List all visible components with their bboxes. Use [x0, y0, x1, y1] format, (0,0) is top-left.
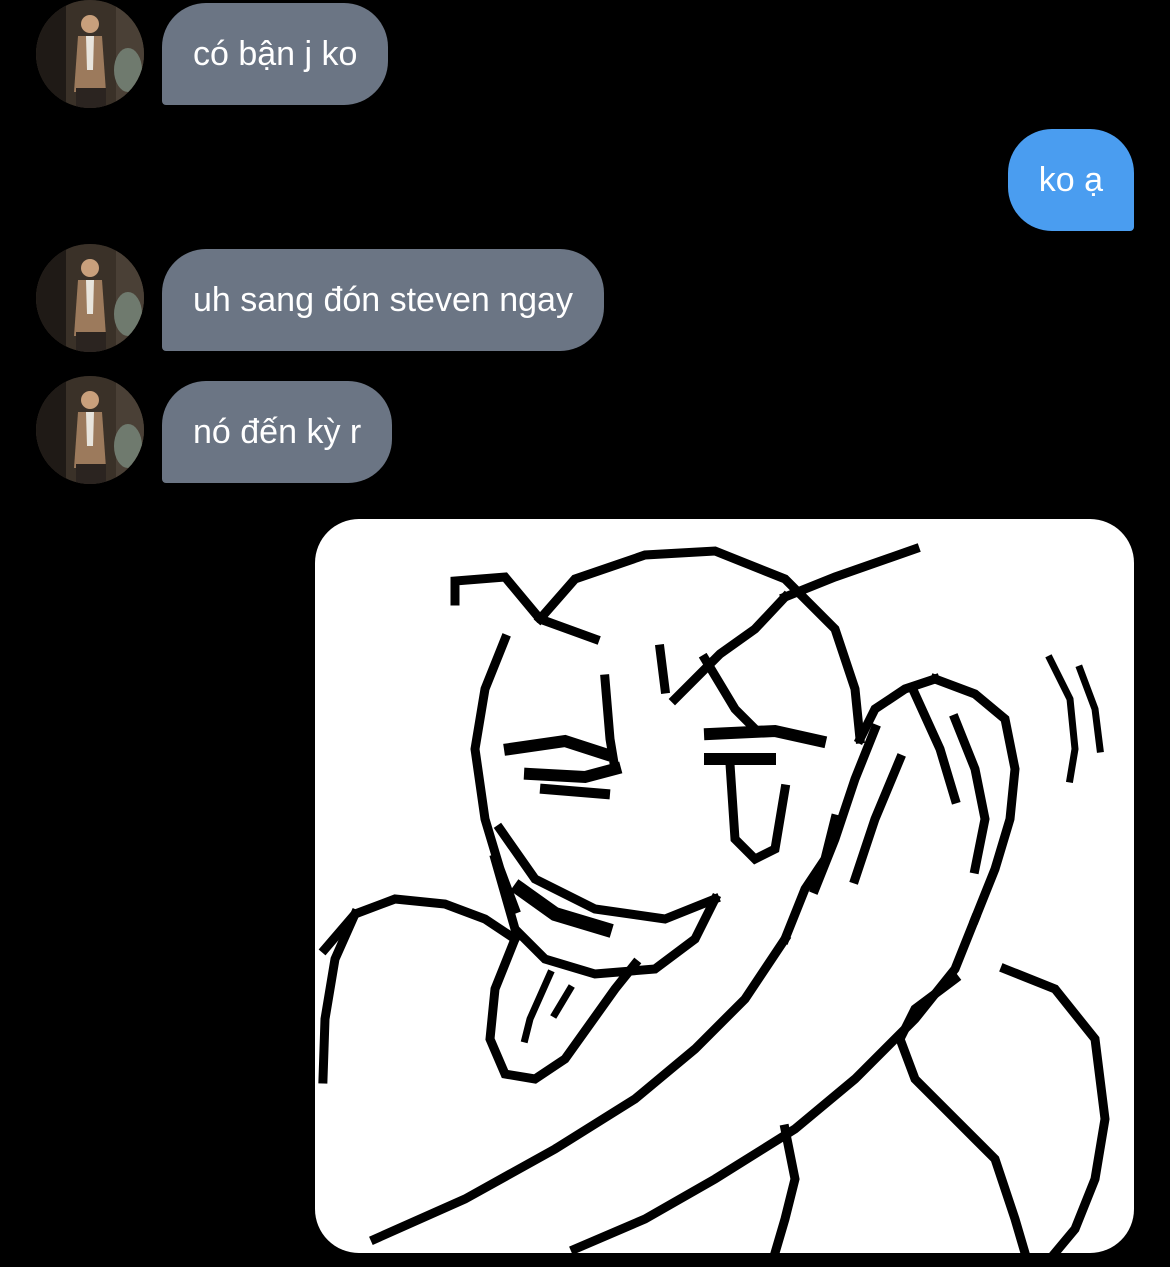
message-text: uh sang đón steven ngay: [193, 281, 573, 319]
outgoing-message-bubble[interactable]: ko ạ: [1007, 129, 1134, 231]
contact-avatar[interactable]: [36, 244, 144, 352]
incoming-message-bubble[interactable]: nó đến kỳ r: [162, 381, 393, 483]
message-text: nó đến kỳ r: [193, 413, 362, 451]
outgoing-image-message[interactable]: [315, 519, 1134, 1253]
incoming-message-bubble[interactable]: uh sang đón steven ngay: [162, 249, 604, 351]
contact-avatar[interactable]: [36, 376, 144, 484]
laughing-meme-sticker-image: [318, 543, 1110, 1253]
message-text: có bận j ko: [193, 35, 358, 73]
contact-avatar[interactable]: [36, 0, 144, 108]
message-text: ko ạ: [1038, 161, 1103, 199]
message-thread: có bận j ko ko ạ uh sang đón steven ngay: [0, 0, 1170, 1267]
incoming-message-bubble[interactable]: có bận j ko: [162, 3, 389, 105]
